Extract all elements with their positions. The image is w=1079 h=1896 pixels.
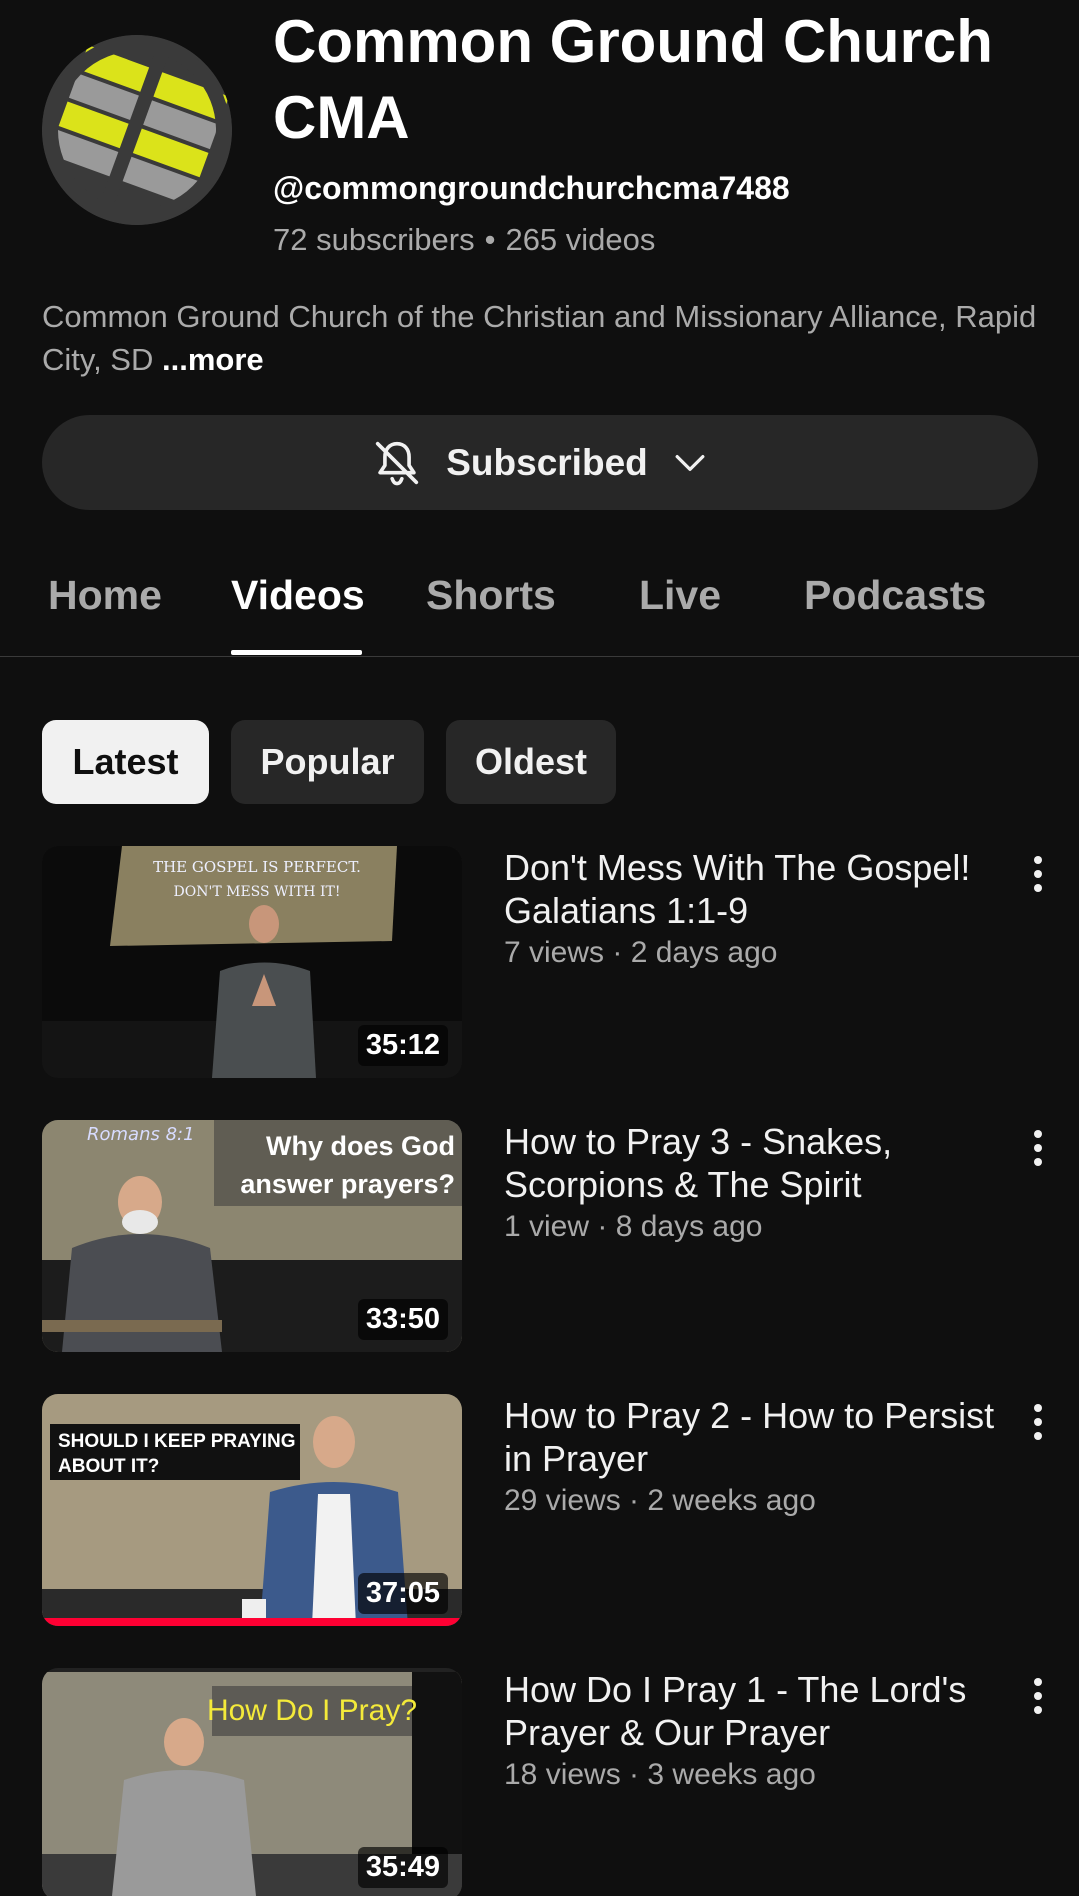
watch-progress-bar bbox=[42, 1618, 462, 1626]
active-tab-indicator bbox=[231, 650, 362, 655]
video-item[interactable]: SHOULD I KEEP PRAYING ABOUT IT? 37:05 Ho… bbox=[0, 1394, 1079, 1629]
bell-off-icon bbox=[368, 434, 426, 492]
tab-podcasts[interactable]: Podcasts bbox=[804, 572, 986, 619]
video-meta: 29 views · 2 weeks ago bbox=[504, 1484, 816, 1517]
more-options-icon[interactable] bbox=[1026, 1676, 1050, 1716]
channel-description[interactable]: Common Ground Church of the Christian an… bbox=[42, 295, 1042, 381]
chevron-down-icon bbox=[668, 441, 712, 485]
svg-text:SHOULD I KEEP PRAYING: SHOULD I KEEP PRAYING bbox=[58, 1431, 296, 1452]
video-duration: 33:50 bbox=[357, 1299, 448, 1340]
tab-home[interactable]: Home bbox=[48, 572, 162, 619]
svg-text:Romans 8:1: Romans 8:1 bbox=[87, 1124, 195, 1145]
tab-shorts[interactable]: Shorts bbox=[426, 572, 556, 619]
video-duration: 35:12 bbox=[357, 1025, 448, 1066]
video-duration: 35:49 bbox=[357, 1847, 448, 1888]
subscriber-count: 72 subscribers bbox=[273, 222, 475, 257]
chip-popular[interactable]: Popular bbox=[231, 720, 424, 804]
video-meta: 1 view · 8 days ago bbox=[504, 1210, 763, 1243]
video-title[interactable]: Don't Mess With The Gospel! Galatians 1:… bbox=[504, 846, 1004, 932]
channel-logo-icon bbox=[42, 35, 232, 225]
video-item[interactable]: THE GOSPEL IS PERFECT. DON'T MESS WITH I… bbox=[0, 846, 1079, 1081]
video-thumbnail[interactable]: Romans 8:1 Why does God answer prayers? … bbox=[42, 1120, 462, 1352]
channel-stats: 72 subscribers • 265 videos bbox=[273, 222, 655, 258]
video-title[interactable]: How to Pray 2 - How to Persist in Prayer bbox=[504, 1394, 1004, 1480]
video-duration: 37:05 bbox=[357, 1573, 448, 1614]
svg-text:answer prayers?: answer prayers? bbox=[240, 1169, 455, 1199]
svg-text:ABOUT IT?: ABOUT IT? bbox=[58, 1456, 159, 1477]
video-meta: 18 views · 3 weeks ago bbox=[504, 1758, 816, 1791]
video-item[interactable]: Romans 8:1 Why does God answer prayers? … bbox=[0, 1120, 1079, 1355]
channel-handle: @commongroundchurchcma7488 bbox=[273, 170, 790, 206]
more-link[interactable]: ...more bbox=[162, 342, 264, 377]
chip-latest[interactable]: Latest bbox=[42, 720, 209, 804]
chip-oldest[interactable]: Oldest bbox=[446, 720, 616, 804]
video-thumbnail[interactable]: THE GOSPEL IS PERFECT. DON'T MESS WITH I… bbox=[42, 846, 462, 1078]
video-thumbnail[interactable]: SHOULD I KEEP PRAYING ABOUT IT? 37:05 bbox=[42, 1394, 462, 1626]
svg-text:How Do I Pray?: How Do I Pray? bbox=[207, 1694, 417, 1727]
video-title[interactable]: How Do I Pray 1 - The Lord's Prayer & Ou… bbox=[504, 1668, 1004, 1754]
separator-dot: • bbox=[484, 222, 496, 257]
channel-avatar[interactable] bbox=[42, 35, 232, 225]
video-count: 265 videos bbox=[505, 222, 656, 257]
more-options-icon[interactable] bbox=[1026, 854, 1050, 894]
svg-text:THE GOSPEL IS PERFECT.: THE GOSPEL IS PERFECT. bbox=[153, 858, 361, 876]
subscribed-button[interactable]: Subscribed bbox=[42, 415, 1038, 510]
video-meta: 7 views · 2 days ago bbox=[504, 936, 778, 969]
video-thumbnail[interactable]: How Do I Pray? 35:49 bbox=[42, 1668, 462, 1896]
more-options-icon[interactable] bbox=[1026, 1402, 1050, 1442]
subscribed-label: Subscribed bbox=[446, 441, 648, 483]
svg-text:DON'T MESS WITH IT!: DON'T MESS WITH IT! bbox=[174, 884, 341, 900]
tab-live[interactable]: Live bbox=[639, 572, 721, 619]
tab-videos[interactable]: Videos bbox=[231, 572, 365, 619]
channel-tabs: Home Videos Shorts Live Podcasts bbox=[0, 540, 1079, 657]
video-item[interactable]: How Do I Pray? 35:49 How Do I Pray 1 - T… bbox=[0, 1668, 1079, 1896]
channel-header: Common Ground Church CMA @commongroundch… bbox=[0, 0, 1079, 260]
more-options-icon[interactable] bbox=[1026, 1128, 1050, 1168]
channel-title: Common Ground Church CMA bbox=[273, 8, 993, 151]
svg-text:Why does God: Why does God bbox=[266, 1131, 455, 1161]
video-title[interactable]: How to Pray 3 - Snakes, Scorpions & The … bbox=[504, 1120, 1004, 1206]
